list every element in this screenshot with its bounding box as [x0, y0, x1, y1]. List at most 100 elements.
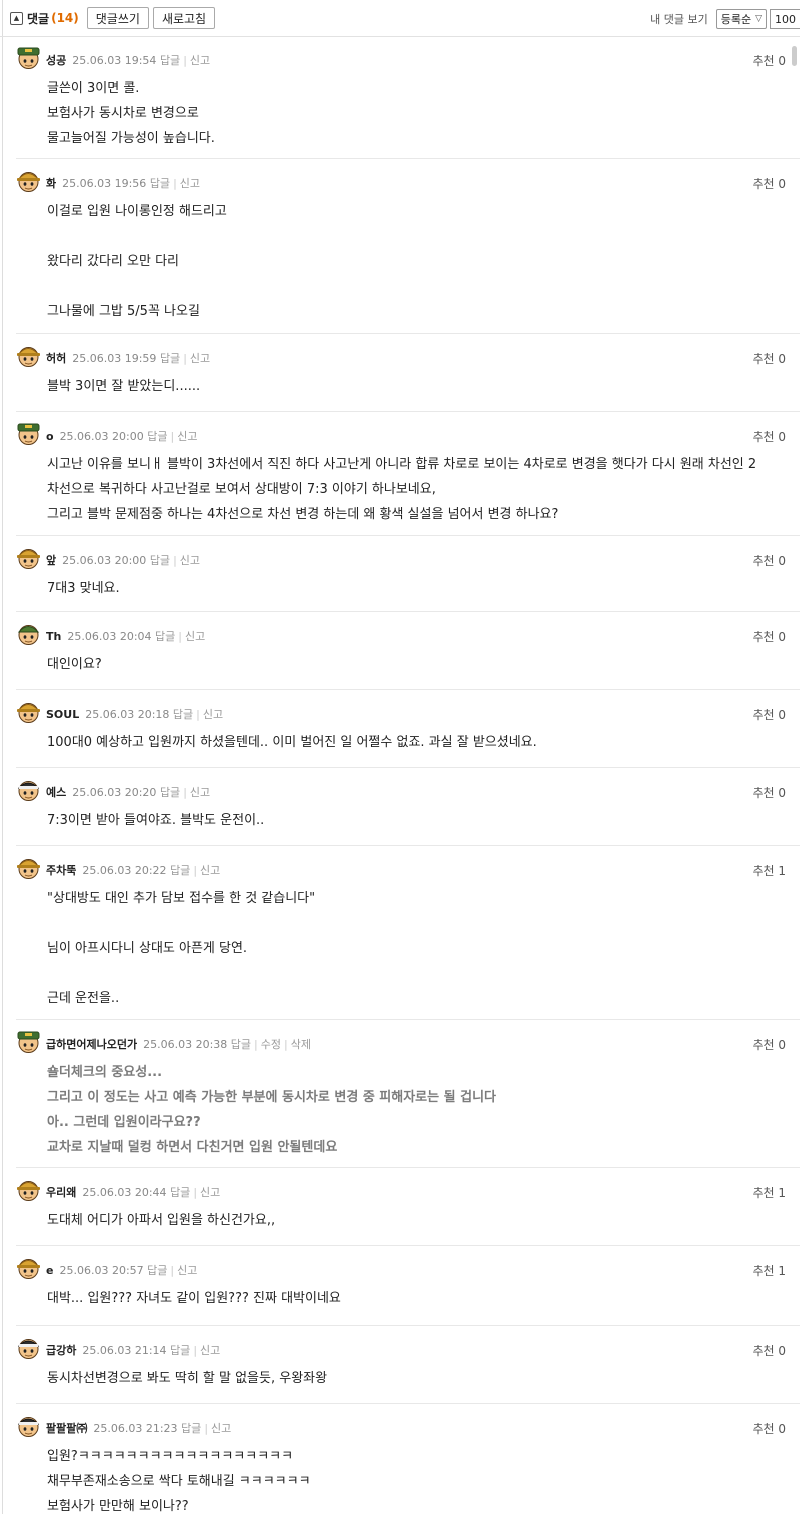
comment-body: "상대방도 대인 추가 담보 접수를 한 것 같습니다" 님이 아프시다니 상대도…	[47, 886, 315, 1011]
report-link[interactable]: 신고	[203, 708, 223, 721]
report-link[interactable]: 신고	[190, 352, 210, 365]
write-comment-button[interactable]: 댓글쓰기	[86, 7, 149, 29]
comment-item: 화 25.06.03 19:56 답글 | 신고 추천 0 이걸로 입원 나이롱인정 해드…	[16, 159, 800, 334]
helmet-avatar-icon[interactable]	[16, 1255, 41, 1280]
page-size-select[interactable]: 100	[770, 9, 800, 29]
recommend-button[interactable]: 추천 0	[752, 552, 786, 569]
helmet-avatar-icon[interactable]	[16, 168, 41, 193]
bandana-avatar-icon[interactable]	[16, 777, 41, 802]
recommend-button[interactable]: 추천 0	[752, 350, 786, 367]
helmet-avatar-icon[interactable]	[16, 1177, 41, 1202]
green-avatar-icon[interactable]	[16, 621, 41, 646]
recommend-button[interactable]: 추천 0	[752, 784, 786, 801]
report-link[interactable]: 신고	[190, 54, 210, 67]
edit-link[interactable]: 수정	[261, 1038, 281, 1051]
reply-link[interactable]: 답글	[170, 1344, 190, 1357]
recommend-button[interactable]: 추천 1	[752, 862, 786, 879]
comment-line: 글쓴이 3이면 콜.	[47, 81, 140, 96]
report-link[interactable]: 신고	[190, 786, 210, 799]
helmet-avatar-icon[interactable]	[16, 699, 41, 724]
comment-date: 25.06.03 20:18	[85, 708, 170, 721]
comment-meta: 허허 25.06.03 19:59 답글 | 신고	[46, 350, 210, 366]
reply-link[interactable]: 답글	[150, 554, 170, 567]
recommend-button[interactable]: 추천 1	[752, 1184, 786, 1201]
comment-author[interactable]: 급강하	[46, 1344, 76, 1357]
recommend-button[interactable]: 추천 0	[752, 628, 786, 645]
comment-line: 물고늘어질 가능성이 높습니다.	[47, 131, 215, 146]
reply-link[interactable]: 답글	[170, 1186, 190, 1199]
reply-link[interactable]: 답글	[231, 1038, 251, 1051]
reply-link[interactable]: 답글	[160, 352, 180, 365]
report-link[interactable]: 신고	[177, 1264, 197, 1277]
comment-author[interactable]: 예스	[46, 786, 66, 799]
comment-line: 님이 아프시다니 상대도 아픈게 당연.	[47, 941, 248, 956]
comment-meta: 화 25.06.03 19:56 답글 | 신고	[46, 175, 200, 191]
comment-author[interactable]: o	[46, 430, 54, 443]
my-comments-link[interactable]: 내 댓글 보기	[650, 11, 708, 27]
helmet-avatar-icon[interactable]	[16, 855, 41, 880]
comment-meta: 주차뚝 25.06.03 20:22 답글 | 신고	[46, 862, 220, 878]
report-link[interactable]: 신고	[200, 1186, 220, 1199]
comment-meta: 우리왜 25.06.03 20:44 답글 | 신고	[46, 1184, 220, 1200]
reply-link[interactable]: 답글	[150, 177, 170, 190]
collapse-toggle-icon[interactable]: ▲	[10, 11, 23, 25]
comment-date: 25.06.03 20:00	[59, 430, 144, 443]
recommend-button[interactable]: 추천 0	[752, 706, 786, 723]
delete-link[interactable]: 삭제	[291, 1038, 311, 1051]
report-link[interactable]: 신고	[177, 430, 197, 443]
comment-body: 동시차선변경으로 봐도 딱히 할 말 없을듯, 우왕좌왕	[47, 1366, 327, 1391]
comment-date: 25.06.03 20:57	[59, 1264, 144, 1277]
comment-author[interactable]: 성공	[46, 54, 66, 67]
comment-meta: 예스 25.06.03 20:20 답글 | 신고	[46, 784, 210, 800]
reply-link[interactable]: 답글	[147, 1264, 167, 1277]
comment-author[interactable]: e	[46, 1264, 53, 1277]
bandana-avatar-icon[interactable]	[16, 1413, 41, 1438]
bandana-avatar-icon[interactable]	[16, 1335, 41, 1360]
soldier-avatar-icon[interactable]	[16, 421, 41, 446]
helmet-avatar-icon[interactable]	[16, 545, 41, 570]
reply-link[interactable]: 답글	[170, 864, 190, 877]
recommend-button[interactable]: 추천 0	[752, 1420, 786, 1437]
comment-body: 글쓴이 3이면 콜. 보험사가 동시차로 변경으로 물고늘어질 가능성이 높습니다.	[47, 76, 215, 151]
recommend-button[interactable]: 추천 0	[752, 52, 786, 69]
report-link[interactable]: 신고	[211, 1422, 231, 1435]
recommend-button[interactable]: 추천 0	[752, 1342, 786, 1359]
report-link[interactable]: 신고	[180, 177, 200, 190]
helmet-avatar-icon[interactable]	[16, 343, 41, 368]
separator: |	[193, 1186, 198, 1199]
soldier-avatar-icon[interactable]	[16, 1029, 41, 1054]
reply-link[interactable]: 답글	[160, 54, 180, 67]
sort-select[interactable]: 등록순 ▽	[715, 9, 767, 29]
comment-body: 대박... 입원??? 자녀도 같이 입원??? 진짜 대박이네요	[47, 1286, 341, 1311]
reply-link[interactable]: 답글	[147, 430, 167, 443]
reply-link[interactable]: 답글	[173, 708, 193, 721]
comment-author[interactable]: Th	[46, 630, 61, 643]
recommend-button[interactable]: 추천 0	[752, 1036, 786, 1053]
comment-author[interactable]: 팔팔팔㈜	[46, 1422, 87, 1435]
comment-author[interactable]: 앞	[46, 554, 56, 567]
recommend-button[interactable]: 추천 0	[752, 428, 786, 445]
soldier-avatar-icon[interactable]	[16, 45, 41, 70]
separator: |	[183, 54, 187, 67]
recommend-button[interactable]: 추천 1	[752, 1262, 786, 1279]
reply-link[interactable]: 답글	[160, 786, 180, 799]
report-link[interactable]: 신고	[185, 630, 205, 643]
report-link[interactable]: 신고	[200, 1344, 220, 1357]
reply-link[interactable]: 답글	[181, 1422, 201, 1435]
comment-meta: 앞 25.06.03 20:00 답글 | 신고	[46, 552, 200, 568]
comment-line: 대인이요?	[47, 657, 102, 672]
report-link[interactable]: 신고	[180, 554, 200, 567]
separator: |	[173, 554, 177, 567]
comment-line: 대박... 입원??? 자녀도 같이 입원??? 진짜 대박이네요	[47, 1291, 341, 1306]
recommend-button[interactable]: 추천 0	[752, 175, 786, 192]
comment-author[interactable]: 화	[46, 177, 56, 190]
comment-author[interactable]: SOUL	[46, 708, 79, 721]
comment-author[interactable]: 주차뚝	[46, 864, 76, 877]
comment-author[interactable]: 우리왜	[46, 1186, 76, 1199]
comment-date: 25.06.03 20:38	[143, 1038, 228, 1051]
comment-author[interactable]: 급하면어제나오던가	[46, 1038, 137, 1051]
refresh-button[interactable]: 새로고침	[152, 7, 216, 29]
reply-link[interactable]: 답글	[155, 630, 175, 643]
report-link[interactable]: 신고	[200, 864, 220, 877]
comment-author[interactable]: 허허	[46, 352, 66, 365]
